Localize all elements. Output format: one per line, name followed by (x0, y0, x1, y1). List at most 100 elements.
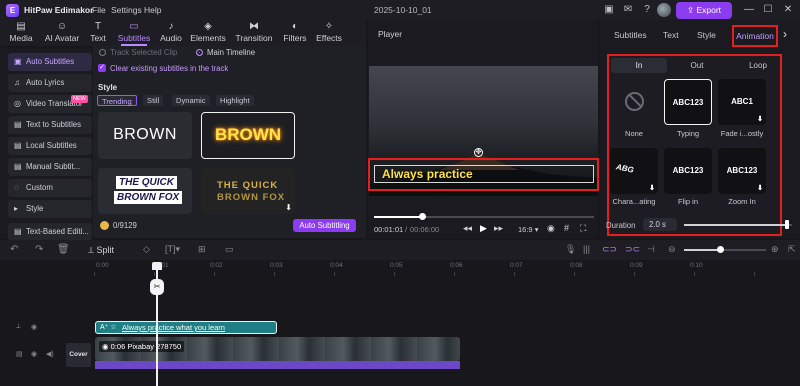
sidebar-item-local-subtitles[interactable]: ▤ Local Subtitles (8, 137, 92, 155)
style-card-sticker[interactable]: THE QUICK BROWN FOX (98, 168, 192, 214)
audio-wave-icon[interactable]: ||| (583, 244, 590, 254)
style-tab-highlight[interactable]: Highlight (216, 95, 254, 106)
snapshot-icon[interactable]: ◉ (547, 223, 555, 234)
style-tab-dynamic[interactable]: Dynamic (172, 95, 210, 106)
zoom-slider-handle[interactable] (717, 246, 724, 253)
save-icon[interactable]: ▣ (603, 4, 615, 16)
anim-card-typing[interactable]: ABC123 (664, 79, 712, 125)
crop-icon[interactable]: ⊞ (198, 244, 206, 255)
style-card-plain[interactable]: BROWN (98, 112, 192, 159)
tab-transition[interactable]: ⧓ Transition (230, 20, 278, 46)
split-button[interactable]: ⟂ Split (88, 245, 114, 256)
avatar[interactable] (657, 3, 671, 17)
anim-card-flip-in[interactable]: ABC123 (664, 148, 712, 194)
subtab-loop[interactable]: Loop (730, 60, 786, 72)
duration-input[interactable]: 2.0 s (643, 218, 677, 231)
sidebar-item-text-to-subtitles[interactable]: ▤ Text to Subtitles (8, 116, 92, 134)
fullscreen-icon[interactable]: ⛶ (580, 223, 586, 234)
menu-settings[interactable]: Settings (111, 5, 142, 15)
tab-filters[interactable]: ◐ Filters (280, 20, 310, 46)
eye-icon[interactable]: ◉ (31, 323, 37, 331)
download-icon[interactable]: ⬇ (649, 184, 655, 192)
tab-subtitles-props[interactable]: Subtitles (614, 30, 647, 40)
style-tab-trending[interactable]: Trending (97, 95, 137, 106)
subtab-in[interactable]: In (611, 60, 667, 72)
redo-icon[interactable]: ↷ (35, 244, 43, 255)
duration-slider-handle[interactable] (784, 220, 789, 229)
anim-preview-zoom-in: ABC123 (726, 166, 758, 175)
tab-animation[interactable]: Animation (732, 25, 778, 47)
aspect-ratio-select[interactable]: 16:9 ▾ (518, 225, 538, 234)
snap-icon[interactable]: ⊣ (647, 244, 655, 255)
sidebar-item-auto-subtitles[interactable]: ▣ Auto Subtitles (8, 53, 92, 71)
zoom-out-icon[interactable]: ⊖ (668, 244, 676, 255)
tab-subtitles[interactable]: ▭ Subtitles (113, 20, 155, 46)
main-timeline-label: Main Timeline (207, 48, 256, 57)
tab-style-props[interactable]: Style (697, 30, 716, 40)
tab-media[interactable]: ▤ Media (2, 20, 40, 46)
auto-subtitling-button[interactable]: Auto Subtitling (293, 219, 356, 232)
link-icon[interactable]: ⊃⊂ (625, 244, 640, 255)
mute-icon[interactable]: ◀) (46, 350, 54, 358)
download-icon[interactable]: ⬇ (757, 115, 763, 123)
style-tab-still[interactable]: Still (143, 95, 164, 106)
style-card-gold[interactable]: THE QUICK BROWN FOX ⬇ (201, 168, 295, 214)
menu-help[interactable]: Help (144, 5, 161, 15)
tab-audio[interactable]: ♪ Audio (157, 20, 185, 46)
menu-file[interactable]: File (92, 5, 106, 15)
close-icon[interactable]: ✕ (781, 4, 795, 16)
help-icon[interactable]: ? (641, 4, 653, 16)
fit-icon[interactable]: ⇱ (788, 244, 796, 255)
sidebar-item-auto-lyrics[interactable]: ♫ Auto Lyrics (8, 74, 92, 92)
anim-card-fade-in[interactable]: ABC1 ⬇ (718, 79, 766, 125)
subtab-out[interactable]: Out (669, 60, 725, 72)
main-timeline-radio[interactable] (196, 49, 203, 56)
anim-card-zoom-in[interactable]: ABC123 ⬇ (718, 148, 766, 194)
tab-ai-avatar[interactable]: ☺ AI Avatar (40, 20, 84, 46)
audio-waveform[interactable] (95, 361, 460, 369)
chevron-right-icon[interactable]: › (783, 27, 787, 41)
playhead-handle[interactable] (152, 262, 162, 270)
mark-icon[interactable]: ◇ (143, 244, 150, 255)
timeline-toolbar (0, 240, 800, 260)
anim-card-character[interactable]: ABG ⬇ (610, 148, 658, 194)
track-selected-clip-radio[interactable] (99, 49, 106, 56)
export-button[interactable]: ⇪ Export (676, 2, 732, 19)
tick-label: 0:06 (450, 262, 463, 269)
sidebar-item-custom[interactable]: ◌ Custom (8, 179, 92, 197)
microphone-icon[interactable]: 🎙 (565, 244, 576, 255)
caption-icon[interactable]: ▭ (225, 244, 234, 255)
clear-existing-checkbox[interactable]: ✓ (98, 64, 106, 72)
download-icon[interactable]: ⬇ (757, 184, 763, 192)
zoom-in-icon[interactable]: ⊕ (771, 244, 779, 255)
tab-elements[interactable]: ◈ Elements (188, 20, 228, 46)
magnet-icon[interactable]: ⊂⊃ (602, 244, 617, 255)
next-frame-icon[interactable]: ▸▸ (494, 223, 503, 234)
style-card-glow[interactable]: BROWN (201, 112, 295, 159)
tab-effects[interactable]: ✧ Effects (312, 20, 346, 46)
player-progress-handle[interactable] (418, 213, 426, 220)
undo-icon[interactable]: ↶ (10, 244, 18, 255)
subtitle-clip[interactable]: A⁺ ☆ Always practice what you learn (95, 321, 277, 334)
tab-text-props[interactable]: Text (663, 30, 679, 40)
tab-text[interactable]: T Text (86, 20, 110, 46)
anim-card-none[interactable] (610, 79, 658, 125)
sidebar-item-manual-subtitles[interactable]: ▤ Manual Subtit... (8, 158, 92, 176)
play-icon[interactable]: ▶ (480, 223, 487, 234)
sidebar-item-text-based-editing[interactable]: ▤ Text-Based Editi... (8, 223, 92, 241)
video-clip[interactable]: ◉ 0:06 Pixabay 278750 (95, 337, 460, 361)
previous-frame-icon[interactable]: ◂◂ (463, 223, 472, 234)
split-scissors-icon[interactable]: ✂ (150, 279, 164, 295)
eye-icon[interactable]: ◉ (31, 350, 37, 358)
sidebar-item-style[interactable]: ▸ Style (8, 200, 92, 218)
text-template-icon[interactable]: [T]▾ (165, 244, 180, 255)
minimize-icon[interactable]: — (742, 4, 756, 16)
grid-icon[interactable]: # (564, 223, 569, 233)
text-based-edit-icon: ▤ (14, 227, 22, 236)
notification-icon[interactable]: ✉ (622, 4, 634, 16)
move-handle-icon[interactable]: ✥ (474, 148, 483, 157)
maximize-icon[interactable]: ☐ (761, 4, 775, 16)
delete-icon[interactable]: 🗑 (57, 244, 70, 255)
download-icon[interactable]: ⬇ (285, 203, 292, 212)
cover-button[interactable]: Cover (66, 343, 91, 367)
